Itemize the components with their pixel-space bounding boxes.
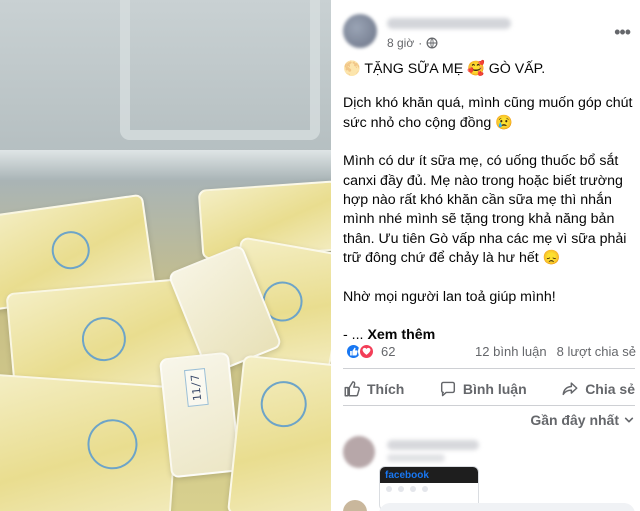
love-reaction-icon (358, 343, 375, 360)
milk-bag (0, 373, 180, 511)
comment-sort-dropdown[interactable]: Gần đây nhất (530, 412, 634, 428)
post-meta: 8 giờ · (387, 36, 438, 50)
comment-icon (440, 381, 455, 397)
like-label: Thích (367, 381, 405, 397)
drawer-ledge (0, 150, 331, 180)
post-headline: 🌕 TẶNG SỮA MẸ 🥰 GÒ VẤP. (343, 61, 546, 77)
share-button[interactable]: Chia sẻ (561, 380, 635, 398)
chevron-down-icon (624, 417, 634, 423)
share-count[interactable]: 8 lượt chia sẻ (557, 344, 636, 359)
facebook-logo: facebook (385, 469, 429, 481)
post-body: 🌕 TẶNG SỮA MẸ 🥰 GÒ VẤP. Dịch khó khăn qu… (343, 60, 635, 364)
freezer-drawer (0, 0, 331, 180)
engagement-stats: 12 bình luận 8 lượt chia sẻ (475, 344, 636, 359)
reaction-summary[interactable]: 62 (345, 343, 395, 360)
commenter-avatar[interactable] (343, 436, 375, 468)
sort-label: Gần đây nhất (530, 412, 619, 428)
divider (343, 368, 635, 369)
post-paragraph: Mình có dư ít sữa mẹ, có uống thuốc bổ s… (343, 153, 627, 267)
thumb-dot (422, 486, 428, 492)
thumb-dot (398, 486, 404, 492)
post-panel: 8 giờ · ••• 🌕 TẶNG SỮA MẸ 🥰 GÒ VẤP. Dịch… (331, 0, 640, 511)
globe-icon (426, 37, 438, 49)
post-paragraph: Dịch khó khăn quá, mình cũng muốn góp ch… (343, 95, 633, 131)
thumb-icon-row (380, 483, 478, 495)
meta-separator: · (418, 36, 423, 50)
action-bar: Thích Bình luận Chia sẻ (343, 376, 635, 402)
reaction-count: 62 (381, 344, 396, 359)
comment-input[interactable] (379, 503, 635, 511)
author-name-redacted[interactable] (387, 18, 511, 29)
milk-bag: 11/7 (158, 351, 242, 479)
see-more-link[interactable]: Xem thêm (367, 327, 435, 343)
share-icon (562, 382, 578, 396)
commenter-name-redacted[interactable] (387, 440, 479, 450)
comment-button[interactable]: Bình luận (439, 380, 527, 398)
thumb-dot (410, 486, 416, 492)
divider (343, 405, 635, 406)
thumb-dot (386, 486, 392, 492)
drawer-rim (120, 0, 320, 140)
like-button[interactable]: Thích (343, 380, 404, 398)
more-icon[interactable]: ••• (614, 22, 631, 43)
post-photo[interactable]: 11/7 (0, 0, 331, 511)
share-label: Chia sẻ (585, 381, 635, 397)
comment-label: Bình luận (462, 381, 527, 397)
post-time[interactable]: 8 giờ (387, 36, 414, 50)
bag-date-label: 11/7 (184, 368, 209, 407)
comment-text-redacted (387, 454, 445, 462)
comment-count[interactable]: 12 bình luận (475, 344, 547, 359)
thumbs-up-icon (344, 381, 360, 397)
milk-bag (226, 354, 331, 511)
post-paragraph: Nhờ mọi người lan toả giúp mình! (343, 288, 556, 305)
current-user-avatar[interactable] (343, 500, 367, 511)
see-more-prefix: - ... (343, 327, 364, 344)
author-avatar[interactable] (343, 14, 377, 48)
thumb-status-bar: facebook (380, 467, 478, 483)
